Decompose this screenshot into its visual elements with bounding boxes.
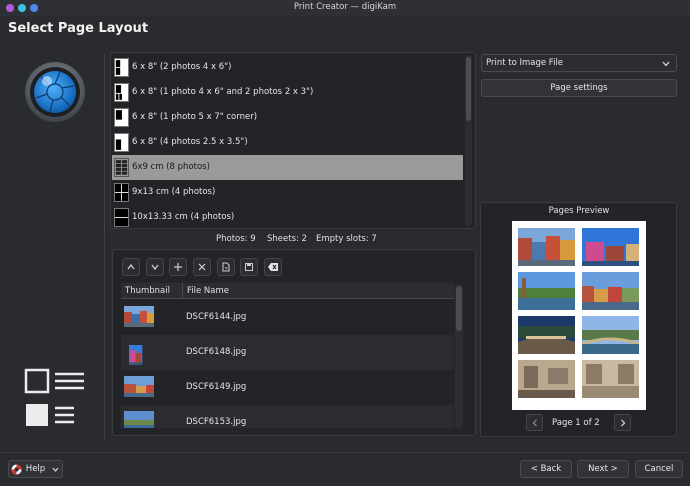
layout-item[interactable]: 6 x 8" (2 photos 4 x 6") [112, 55, 463, 80]
left-divider [104, 54, 105, 440]
help-label: Help [25, 464, 46, 474]
clear-icon [268, 263, 278, 271]
photo-thumbnail [129, 345, 143, 365]
chevron-down-icon [662, 61, 670, 67]
page-preview-sheet [512, 221, 646, 410]
table-row[interactable]: DSCF6149.jpg [121, 370, 454, 405]
table-row[interactable]: DSCF6148.jpg [121, 335, 454, 370]
preview-photo [518, 316, 575, 354]
photo-table-scrollbar[interactable] [455, 284, 463, 428]
page-title: Select Page Layout [8, 21, 149, 36]
window-title: Print Creator — digiKam [293, 2, 397, 12]
pages-preview-title: Pages Preview [548, 206, 610, 216]
preview-photo [582, 272, 639, 310]
chevron-down-icon [151, 264, 159, 271]
preview-photo [518, 272, 575, 310]
cancel-button[interactable]: Cancel [635, 460, 683, 478]
save-icon [245, 263, 253, 271]
layout-list-scrollbar-thumb[interactable] [466, 57, 471, 121]
layout-item[interactable]: 6 x 8" (1 photo 4 x 6" and 2 photos 2 x … [112, 80, 463, 105]
photo-table: Thumbnail File Name DSCF6144.jpg DSCF614… [121, 283, 454, 428]
page-settings-button[interactable]: Page settings [481, 79, 677, 97]
chevron-left-icon [532, 419, 537, 426]
save-list-button[interactable] [240, 258, 258, 276]
layout-8-photos-icon [114, 158, 129, 177]
layout-item[interactable]: 6 x 8" (1 photo 5 x 7" corner) [112, 105, 463, 130]
previous-page-button[interactable] [526, 414, 543, 431]
layout-list-scrollbar[interactable] [465, 55, 472, 226]
remove-photo-button[interactable] [193, 258, 211, 276]
load-list-button[interactable] [217, 258, 235, 276]
add-photo-button[interactable] [169, 258, 187, 276]
preview-photo [582, 228, 639, 266]
layout-4-wide-icon [114, 208, 129, 227]
printer-select-value: Print to Image File [486, 58, 564, 68]
photo-thumbnail [124, 376, 154, 397]
preview-photo [582, 316, 639, 354]
layout-label: 6 x 8" (2 photos 4 x 6") [132, 62, 232, 72]
close-icon [198, 263, 206, 271]
layout-label: 9x13 cm (4 photos) [132, 187, 216, 197]
chevron-right-icon [620, 419, 625, 426]
layout-item[interactable]: 10x13.33 cm (4 photos) [112, 205, 463, 227]
file-name: DSCF6148.jpg [186, 347, 247, 357]
digikam-logo [25, 62, 85, 122]
layout-label: 6 x 8" (4 photos 2.5 x 3.5") [132, 137, 248, 147]
layout-label: 6 x 8" (1 photo 4 x 6" and 2 photos 2 x … [132, 87, 314, 97]
layout-label: 6 x 8" (1 photo 5 x 7" corner) [132, 112, 258, 122]
layout-illustration-icon [24, 368, 84, 426]
plus-icon [174, 263, 182, 271]
layout-list[interactable]: 6 x 8" (2 photos 4 x 6") 6 x 8" (1 photo… [112, 54, 463, 227]
sheets-count: Sheets: 2 [267, 234, 307, 244]
layout-item-selected[interactable]: 6x9 cm (8 photos) [112, 155, 463, 180]
next-page-button[interactable] [614, 414, 631, 431]
window-titlebar: Print Creator — digiKam [0, 0, 690, 16]
layout-2-photos-icon [114, 58, 129, 77]
empty-slots-count: Empty slots: 7 [316, 234, 377, 244]
layout-4-grid-icon [114, 183, 129, 202]
preview-photo [582, 360, 639, 398]
move-down-button[interactable] [146, 258, 164, 276]
help-button[interactable]: Help [8, 460, 63, 478]
clear-list-button[interactable] [264, 258, 282, 276]
column-header-filename[interactable]: File Name [183, 283, 454, 299]
page-indicator: Page 1 of 2 [552, 418, 600, 428]
next-button[interactable]: Next > [577, 460, 629, 478]
layout-item[interactable]: 9x13 cm (4 photos) [112, 180, 463, 205]
photo-table-scrollbar-thumb[interactable] [456, 286, 462, 331]
move-up-button[interactable] [122, 258, 140, 276]
printer-select[interactable]: Print to Image File [481, 54, 677, 72]
photo-thumbnail [124, 306, 154, 327]
help-lifebuoy-icon [11, 464, 22, 474]
back-button[interactable]: < Back [520, 460, 572, 478]
layout-corner-photo-icon [114, 108, 129, 127]
table-row[interactable]: DSCF6144.jpg [121, 300, 454, 335]
table-row[interactable]: DSCF6153.jpg [121, 405, 454, 428]
file-name: DSCF6144.jpg [186, 312, 247, 322]
layout-label: 10x13.33 cm (4 photos) [132, 212, 235, 222]
layout-item[interactable]: 6 x 8" (4 photos 2.5 x 3.5") [112, 130, 463, 155]
preview-photo [518, 228, 575, 266]
column-header-thumbnail[interactable]: Thumbnail [121, 283, 183, 299]
document-open-icon [222, 262, 230, 272]
layout-label: 6x9 cm (8 photos) [132, 162, 210, 172]
photos-count: Photos: 9 [216, 234, 256, 244]
layout-3-photos-icon [114, 83, 129, 102]
chevron-up-icon [127, 263, 135, 270]
file-name: DSCF6153.jpg [186, 417, 247, 427]
photo-thumbnail [124, 411, 154, 428]
preview-photo [518, 360, 575, 398]
layout-4-photos-icon [114, 133, 129, 152]
file-name: DSCF6149.jpg [186, 382, 247, 392]
chevron-down-icon [52, 467, 59, 472]
